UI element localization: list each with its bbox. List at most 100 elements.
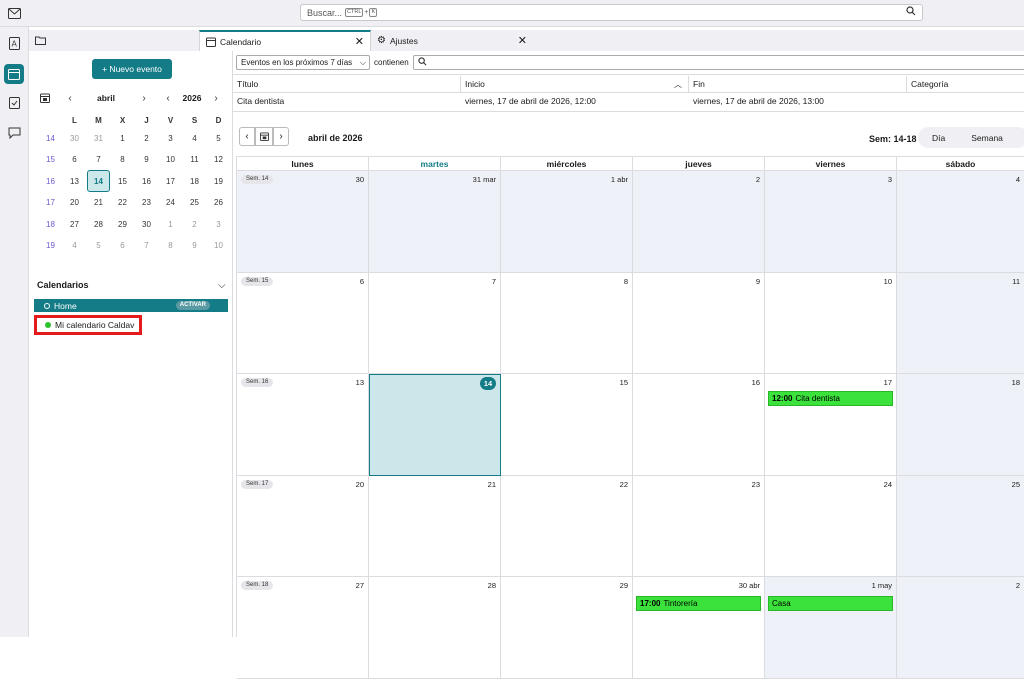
day-cell[interactable]: 11	[897, 272, 1024, 374]
tab-folder[interactable]	[29, 30, 199, 51]
mini-day[interactable]: 2	[135, 127, 158, 149]
day-cell[interactable]: 22	[501, 475, 633, 577]
column-start[interactable]: Inicio ︿	[461, 76, 689, 92]
day-cell[interactable]: Sem. 14 30	[237, 171, 369, 273]
address-book-icon[interactable]: A	[4, 33, 24, 53]
mini-day[interactable]: 30	[63, 127, 86, 149]
day-cell[interactable]: 10	[765, 272, 897, 374]
calendar-item-home[interactable]: Home ACTIVAR	[34, 299, 228, 312]
week-badge[interactable]: Sem. 17	[241, 479, 274, 489]
next-month-icon[interactable]: ›	[135, 89, 153, 107]
day-cell[interactable]: 16	[633, 374, 765, 476]
mini-day[interactable]: 21	[87, 192, 110, 214]
day-cell[interactable]: 1 may Casa	[765, 577, 897, 679]
mini-day[interactable]: 28	[87, 213, 110, 235]
day-cell[interactable]: 17 12:00 Cita dentista	[765, 374, 897, 476]
mini-day[interactable]: 30	[135, 213, 158, 235]
day-cell[interactable]: 31 mar	[369, 171, 501, 273]
day-cell[interactable]: 3	[765, 171, 897, 273]
mini-day[interactable]: 7	[87, 149, 110, 171]
column-title[interactable]: Título	[233, 76, 461, 92]
mini-day[interactable]: 24	[159, 192, 182, 214]
day-cell[interactable]: 7	[369, 272, 501, 374]
calendar-icon[interactable]	[4, 64, 24, 84]
mini-day[interactable]: 17	[159, 170, 182, 192]
prev-month-icon[interactable]: ‹	[61, 89, 79, 107]
column-end[interactable]: Fin	[689, 76, 907, 92]
mini-day[interactable]: 5	[87, 235, 110, 257]
today-icon[interactable]	[255, 127, 273, 146]
filter-search-input[interactable]	[413, 55, 1024, 70]
mini-day[interactable]: 7	[135, 235, 158, 257]
mini-day[interactable]: 3	[159, 127, 182, 149]
day-cell[interactable]: 25	[897, 475, 1024, 577]
day-cell[interactable]: 29	[501, 577, 633, 679]
next-year-icon[interactable]: ›	[207, 89, 225, 107]
week-number[interactable]: 14	[39, 127, 62, 149]
view-day-tab[interactable]: Día	[932, 133, 945, 143]
mini-day[interactable]: 26	[207, 192, 230, 214]
day-cell[interactable]: 14	[369, 374, 501, 476]
mini-day[interactable]: 2	[183, 213, 206, 235]
day-cell[interactable]: 15	[501, 374, 633, 476]
mini-day[interactable]: 8	[159, 235, 182, 257]
day-cell[interactable]: 2	[897, 577, 1024, 679]
day-cell[interactable]: 18	[897, 374, 1024, 476]
week-badge[interactable]: Sem. 18	[241, 581, 274, 590]
mini-day[interactable]: 19	[207, 170, 230, 192]
week-badge[interactable]: Sem. 14	[241, 175, 274, 184]
column-category[interactable]: Categoría	[907, 76, 1024, 92]
week-number[interactable]: 15	[39, 149, 62, 171]
mini-day[interactable]: 14	[87, 170, 110, 192]
mini-day[interactable]: 1	[159, 213, 182, 235]
prev-week-icon[interactable]: ‹	[239, 127, 255, 146]
mini-day[interactable]: 10	[207, 235, 230, 257]
mini-day[interactable]: 16	[135, 170, 158, 192]
mini-day[interactable]: 27	[63, 213, 86, 235]
day-cell[interactable]: 2	[633, 171, 765, 273]
day-cell[interactable]: 8	[501, 272, 633, 374]
day-cell[interactable]: Sem. 18 27	[237, 577, 369, 679]
view-week-tab[interactable]: Semana	[971, 133, 1003, 143]
event-filter-select[interactable]: Eventos en los próximos 7 días ⌵	[236, 55, 370, 70]
mini-day[interactable]: 4	[63, 235, 86, 257]
next-week-icon[interactable]: ›	[273, 127, 289, 146]
mini-day[interactable]: 18	[183, 170, 206, 192]
week-badge[interactable]: Sem. 15	[241, 276, 274, 286]
calendar-event[interactable]: Casa	[768, 596, 893, 611]
event-end-cell[interactable]: viernes, 17 de abril de 2026, 13:00	[689, 93, 824, 109]
mini-day[interactable]: 6	[111, 235, 134, 257]
mini-day[interactable]: 31	[87, 127, 110, 149]
mini-day[interactable]: 10	[159, 149, 182, 171]
calendar-event[interactable]: 17:00 Tintorería	[636, 596, 761, 611]
day-cell[interactable]: 28	[369, 577, 501, 679]
tab-settings[interactable]: ⚙ Ajustes ✕	[371, 30, 533, 51]
day-cell[interactable]: Sem. 16 13	[237, 374, 369, 476]
mini-day[interactable]: 9	[135, 149, 158, 171]
calendar-item-caldav[interactable]: Mi calendario Caldav	[34, 315, 142, 335]
close-tab-icon[interactable]: ✕	[355, 35, 364, 48]
mini-day[interactable]: 8	[111, 149, 134, 171]
mini-calendar-icon[interactable]	[36, 89, 54, 107]
event-start-cell[interactable]: viernes, 17 de abril de 2026, 12:00	[461, 93, 596, 109]
mini-day[interactable]: 6	[63, 149, 86, 171]
week-badge[interactable]: Sem. 16	[241, 378, 274, 387]
tab-calendar[interactable]: Calendario ✕	[199, 30, 371, 51]
search-input[interactable]: Buscar... CTRL + K	[300, 4, 923, 21]
mini-day[interactable]: 5	[207, 127, 230, 149]
day-cell[interactable]: 30 abr 17:00 Tintorería	[633, 577, 765, 679]
mail-icon[interactable]	[5, 4, 23, 22]
mini-day[interactable]: 12	[207, 149, 230, 171]
mini-day[interactable]: 29	[111, 213, 134, 235]
new-event-button[interactable]: + Nuevo evento	[92, 59, 172, 79]
mini-day[interactable]: 15	[111, 170, 134, 192]
day-cell[interactable]: 23	[633, 475, 765, 577]
day-cell[interactable]: Sem. 15 6	[237, 272, 369, 374]
calendar-event[interactable]: 12:00 Cita dentista	[768, 391, 893, 406]
mini-day[interactable]: 11	[183, 149, 206, 171]
event-title-cell[interactable]: Cita dentista	[233, 93, 284, 109]
mini-day[interactable]: 20	[63, 192, 86, 214]
day-cell[interactable]: 4	[897, 171, 1024, 273]
activate-badge[interactable]: ACTIVAR	[175, 301, 210, 310]
week-number[interactable]: 16	[39, 170, 62, 192]
